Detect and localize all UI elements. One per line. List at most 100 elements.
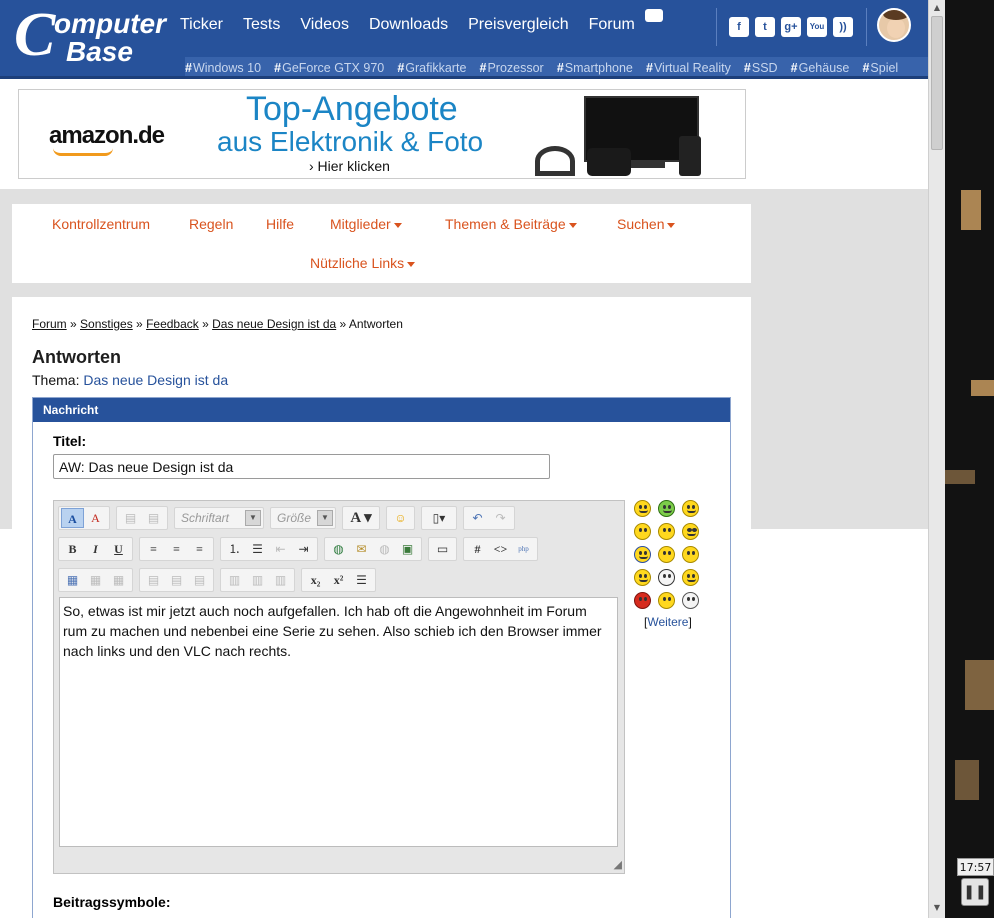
rss-icon[interactable]: )) — [833, 17, 853, 37]
undo-icon[interactable]: ↶ — [466, 508, 489, 528]
twitter-icon[interactable]: t — [755, 17, 775, 37]
nav-ticker[interactable]: Ticker — [180, 16, 223, 34]
title-input[interactable] — [53, 454, 550, 479]
breadcrumb-forum[interactable]: Forum — [32, 317, 67, 331]
hashtag-icon[interactable]: # — [466, 539, 489, 559]
nav-kontrollzentrum[interactable]: Kontrollzentrum — [52, 216, 150, 232]
row-above-icon[interactable]: ▤ — [142, 570, 165, 590]
neutral-smiley-icon[interactable] — [634, 523, 651, 540]
message-textarea[interactable]: So, etwas ist mir jetzt auch noch aufgef… — [59, 597, 618, 847]
image-icon[interactable]: ▣ — [396, 539, 419, 559]
smiley-insert-icon[interactable]: ☺ — [389, 508, 412, 528]
email-icon[interactable]: ✉ — [350, 539, 373, 559]
breadcrumb-sonstiges[interactable]: Sonstiges — [80, 317, 133, 331]
frown-smiley-icon[interactable] — [682, 546, 699, 563]
font-family-select[interactable]: Schriftart ▼ — [174, 506, 264, 529]
nav-hilfe[interactable]: Hilfe — [266, 216, 294, 232]
scrollbar-thumb[interactable] — [931, 16, 943, 150]
ad-cta-link[interactable]: › Hier klicken — [309, 158, 390, 174]
youtube-icon[interactable]: You — [807, 17, 827, 37]
smiley-icon[interactable] — [634, 569, 651, 586]
user-menu[interactable] — [866, 8, 911, 46]
php-icon[interactable]: php — [512, 539, 535, 559]
nav-tests[interactable]: Tests — [243, 16, 280, 34]
breadcrumb-feedback[interactable]: Feedback — [146, 317, 199, 331]
nav-videos[interactable]: Videos — [300, 16, 349, 34]
redo-icon[interactable]: ↷ — [489, 508, 512, 528]
facebook-icon[interactable]: f — [729, 17, 749, 37]
font-size-select[interactable]: Größe ▼ — [270, 506, 336, 529]
theme-link[interactable]: Das neue Design ist da — [83, 372, 228, 388]
site-logo[interactable]: C omputer Base — [14, 1, 174, 72]
link-icon[interactable]: ◍ — [327, 539, 350, 559]
row-delete-icon[interactable]: ▤ — [188, 570, 211, 590]
tag-link[interactable]: #Smartphone — [557, 61, 633, 75]
tag-link[interactable]: #Prozessor — [480, 61, 544, 75]
quote-icon[interactable]: ▭ — [431, 539, 454, 559]
cool-smiley-icon[interactable] — [682, 523, 699, 540]
indent-icon[interactable]: ⇥ — [292, 539, 315, 559]
table-props-icon[interactable]: ▦ — [84, 570, 107, 590]
align-center-icon[interactable]: ≡ — [165, 539, 188, 559]
table-icon[interactable]: ▦ — [61, 570, 84, 590]
nav-mitglieder[interactable]: Mitglieder — [330, 216, 402, 232]
align-right-icon[interactable]: ≡ — [188, 539, 211, 559]
scroll-up-icon[interactable]: ▲ — [929, 0, 945, 16]
col-right-icon[interactable]: ▥ — [246, 570, 269, 590]
tag-link[interactable]: #GeForce GTX 970 — [274, 61, 384, 75]
nav-downloads[interactable]: Downloads — [369, 16, 448, 34]
nav-suchen[interactable]: Suchen — [617, 216, 676, 232]
bold-icon[interactable]: B — [61, 539, 84, 559]
breadcrumb-thread[interactable]: Das neue Design ist da — [212, 317, 336, 331]
angry-smiley-icon[interactable] — [634, 592, 651, 609]
outdent-icon[interactable]: ⇤ — [269, 539, 292, 559]
scroll-down-icon[interactable]: ▼ — [929, 900, 945, 916]
crazy-smiley-icon[interactable] — [658, 569, 675, 586]
sad-smiley-icon[interactable] — [658, 523, 675, 540]
underline-icon[interactable]: U — [107, 539, 130, 559]
tag-link[interactable]: #SSD — [744, 61, 778, 75]
superscript-icon[interactable]: x² — [327, 570, 350, 590]
horizontal-rule-icon[interactable]: ☰ — [350, 570, 373, 590]
tag-link[interactable]: #Gehäuse — [791, 61, 850, 75]
eek-smiley-icon[interactable] — [682, 592, 699, 609]
nav-regeln[interactable]: Regeln — [189, 216, 233, 232]
devil-smiley-icon[interactable] — [682, 569, 699, 586]
italic-icon[interactable]: I — [84, 539, 107, 559]
confused-smiley-icon[interactable] — [658, 546, 675, 563]
more-smilies-link[interactable]: Weitere — [647, 615, 688, 629]
avatar[interactable] — [877, 8, 911, 42]
pause-icon[interactable]: ❚❚ — [961, 878, 989, 906]
table-delete-icon[interactable]: ▦ — [107, 570, 130, 590]
resize-handle-icon[interactable]: ◢ — [610, 859, 622, 871]
surprised-smiley-icon[interactable] — [658, 592, 675, 609]
align-left-icon[interactable]: ≡ — [142, 539, 165, 559]
grin-smiley-icon[interactable] — [658, 500, 675, 517]
smiley-icon[interactable] — [682, 500, 699, 517]
nav-forum[interactable]: Forum — [589, 9, 663, 34]
ordered-list-icon[interactable]: ⒈ — [223, 539, 246, 559]
attachment-icon[interactable]: ▯▾ — [424, 508, 454, 528]
smiley-icon[interactable] — [634, 500, 651, 517]
row-below-icon[interactable]: ▤ — [165, 570, 188, 590]
col-delete-icon[interactable]: ▥ — [269, 570, 292, 590]
unordered-list-icon[interactable]: ☰ — [246, 539, 269, 559]
amazon-ad-banner[interactable]: amazon.de Top-Angebote aus Elektronik & … — [18, 89, 746, 179]
googleplus-icon[interactable]: g+ — [781, 17, 801, 37]
nav-preisvergleich[interactable]: Preisvergleich — [468, 16, 568, 34]
tag-link[interactable]: #Grafikkarte — [397, 61, 466, 75]
font-color-icon[interactable]: A ▾ — [345, 508, 377, 528]
paste-icon[interactable]: ▤ — [119, 508, 142, 528]
wysiwyg-toggle-icon[interactable]: A — [61, 507, 84, 528]
unlink-icon[interactable]: ◍ — [373, 539, 396, 559]
col-left-icon[interactable]: ▥ — [223, 570, 246, 590]
nav-links[interactable]: Nützliche Links — [310, 255, 416, 271]
vertical-scrollbar[interactable]: ▲ ▼ — [928, 0, 945, 918]
subscript-icon[interactable]: x₂ — [304, 570, 327, 590]
nav-themen[interactable]: Themen & Beiträge — [445, 216, 577, 232]
code-icon[interactable]: <> — [489, 539, 512, 559]
tag-link[interactable]: #Windows 10 — [185, 61, 261, 75]
remove-format-icon[interactable]: A — [84, 508, 107, 528]
paste-text-icon[interactable]: ▤ — [142, 508, 165, 528]
laugh-smiley-icon[interactable] — [634, 546, 651, 563]
